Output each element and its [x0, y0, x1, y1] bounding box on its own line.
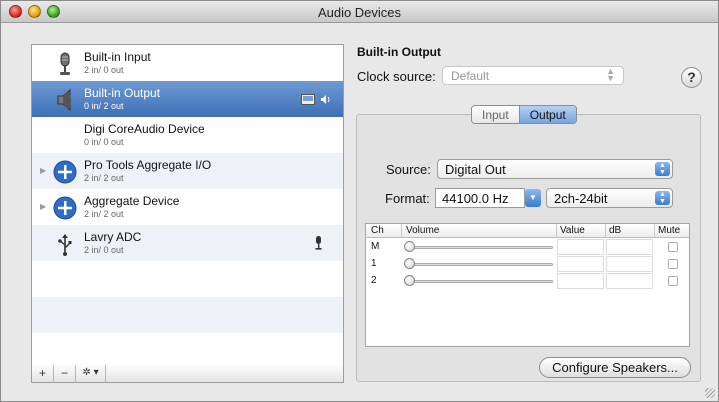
- db-field[interactable]: [606, 256, 653, 272]
- device-heading: Built-in Output: [357, 45, 441, 59]
- clock-source-label: Clock source:: [357, 69, 436, 84]
- empty-row: [32, 333, 343, 365]
- device-name: Aggregate Device: [84, 194, 180, 208]
- volume-slider-knob[interactable]: [404, 241, 415, 252]
- table-row: 1: [366, 256, 689, 272]
- bit-depth-value: 2ch-24bit: [554, 191, 608, 206]
- table-row: 2: [366, 273, 689, 289]
- volume-slider-track[interactable]: [408, 246, 553, 249]
- default-system-output-icon: [301, 94, 315, 105]
- device-row-aggregate-device[interactable]: ▶ Aggregate Device 2 in/ 2 out: [32, 189, 343, 225]
- volume-slider-track[interactable]: [408, 263, 553, 266]
- sample-rate-field[interactable]: 44100.0 Hz: [435, 188, 525, 208]
- disclosure-triangle-icon[interactable]: ▶: [40, 166, 46, 175]
- resize-grip-icon[interactable]: [705, 388, 715, 398]
- device-io-count: 2 in/ 2 out: [84, 209, 124, 219]
- col-volume: Volume: [406, 225, 440, 236]
- window-title: Audio Devices: [317, 5, 402, 20]
- popup-arrows-icon: ▲ ▼: [655, 191, 670, 205]
- source-label: Source:: [386, 162, 431, 177]
- value-field[interactable]: [557, 256, 604, 272]
- device-name: Lavry ADC: [84, 230, 142, 244]
- table-row: M: [366, 239, 689, 255]
- column-divider: [654, 224, 655, 238]
- volume-slider-track[interactable]: [408, 280, 553, 283]
- tab-input[interactable]: Input: [472, 106, 520, 123]
- column-divider: [556, 224, 557, 238]
- value-field[interactable]: [557, 239, 604, 255]
- mute-checkbox[interactable]: [668, 276, 678, 286]
- col-db: dB: [609, 225, 622, 236]
- volume-slider-knob[interactable]: [404, 275, 415, 286]
- help-button[interactable]: ?: [681, 67, 702, 88]
- sample-rate-dropdown-icon[interactable]: ▼: [525, 189, 541, 207]
- device-row-lavry-adc[interactable]: Lavry ADC 2 in/ 0 out: [32, 225, 343, 261]
- column-divider: [401, 224, 402, 238]
- configure-speakers-button[interactable]: Configure Speakers...: [539, 357, 691, 378]
- title-bar: Audio Devices: [1, 1, 718, 23]
- action-menu-button[interactable]: ✲ ▾: [76, 365, 106, 382]
- channel-name: M: [371, 241, 380, 252]
- device-name: Built-in Output: [84, 86, 161, 100]
- input-output-tabs: Input Output: [471, 105, 577, 124]
- microphone-icon: [60, 52, 70, 75]
- device-io-count: 0 in/ 2 out: [84, 101, 124, 111]
- column-divider: [605, 224, 606, 238]
- device-name: Digi CoreAudio Device: [84, 122, 205, 136]
- col-mute: Mute: [658, 225, 681, 236]
- popup-arrows-icon: ▲ ▼: [606, 66, 615, 83]
- device-row-pro-tools-aggregate[interactable]: ▶ Pro Tools Aggregate I/O 2 in/ 2 out: [32, 153, 343, 189]
- source-popup[interactable]: Digital Out ▲ ▼: [437, 159, 673, 179]
- col-ch: Ch: [371, 225, 384, 236]
- col-value: Value: [560, 225, 585, 236]
- format-label: Format:: [385, 191, 430, 206]
- device-row-built-in-output[interactable]: Built-in Output 0 in/ 2 out: [32, 81, 343, 117]
- aggregate-plus-icon: [53, 160, 77, 184]
- clock-source-value: Default: [451, 69, 490, 83]
- add-device-button[interactable]: +: [32, 365, 54, 382]
- channel-volume-table: Ch Volume Value dB Mute M 1 2: [365, 223, 690, 347]
- device-name: Built-in Input: [84, 50, 151, 64]
- device-io-count: 2 in/ 0 out: [84, 245, 124, 255]
- device-io-count: 0 in/ 0 out: [84, 137, 124, 147]
- speaker-icon: [57, 88, 71, 112]
- usb-icon: [58, 234, 72, 256]
- device-io-count: 2 in/ 2 out: [84, 173, 124, 183]
- mute-checkbox[interactable]: [668, 259, 678, 269]
- clock-source-popup[interactable]: Default ▲ ▼: [442, 66, 624, 85]
- default-output-speaker-icon: [321, 95, 330, 104]
- db-field[interactable]: [606, 273, 653, 289]
- default-device-indicators: [301, 94, 331, 105]
- device-name: Pro Tools Aggregate I/O: [84, 158, 212, 172]
- device-io-count: 2 in/ 0 out: [84, 65, 124, 75]
- volume-slider-knob[interactable]: [404, 258, 415, 269]
- device-row-digi-coreaudio[interactable]: Digi CoreAudio Device 0 in/ 0 out: [32, 117, 343, 153]
- sample-rate-value: 44100.0 Hz: [442, 191, 509, 206]
- table-header: Ch Volume Value dB Mute: [366, 224, 689, 238]
- popup-arrows-icon: ▲ ▼: [655, 162, 670, 176]
- channel-name: 2: [371, 275, 377, 286]
- empty-row: [32, 297, 343, 333]
- remove-device-button[interactable]: −: [54, 365, 76, 382]
- channel-name: 1: [371, 258, 377, 269]
- device-list-toolbar: + − ✲ ▾: [31, 365, 344, 383]
- source-value: Digital Out: [445, 162, 506, 177]
- empty-row: [32, 261, 343, 297]
- device-row-built-in-input[interactable]: Built-in Input 2 in/ 0 out: [32, 45, 343, 81]
- aggregate-plus-icon: [53, 196, 77, 220]
- default-input-microphone-icon: [315, 236, 322, 250]
- bit-depth-popup[interactable]: 2ch-24bit ▲ ▼: [546, 188, 673, 208]
- mute-checkbox[interactable]: [668, 242, 678, 252]
- audio-devices-window: Audio Devices Built-in Input 2 in/ 0 out…: [0, 0, 719, 402]
- tab-output[interactable]: Output: [519, 106, 576, 123]
- disclosure-triangle-icon[interactable]: ▶: [40, 202, 46, 211]
- db-field[interactable]: [606, 239, 653, 255]
- device-list[interactable]: Built-in Input 2 in/ 0 out Built-in Outp…: [31, 44, 344, 366]
- value-field[interactable]: [557, 273, 604, 289]
